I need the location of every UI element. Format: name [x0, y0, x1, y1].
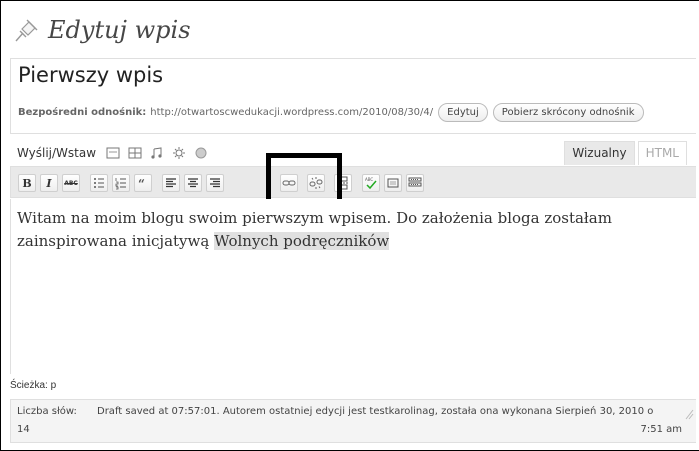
- tab-visual[interactable]: Wizualny: [564, 141, 635, 165]
- image-icon[interactable]: [106, 147, 120, 159]
- kitchen-sink-icon[interactable]: [406, 174, 424, 192]
- edit-permalink-button[interactable]: Edytuj: [438, 103, 488, 122]
- editor-text[interactable]: Witam na moim blogu swoim pierwszym wpis…: [17, 207, 677, 253]
- editor-mode-tabs: Wizualny HTML: [564, 141, 687, 165]
- fullscreen-icon[interactable]: [384, 174, 402, 192]
- status-bar: Liczba słów: 14 Draft saved at 07:57:01.…: [10, 399, 696, 443]
- numbered-list-icon[interactable]: [112, 174, 130, 192]
- pushpin-icon: [10, 15, 42, 45]
- media-icon[interactable]: [172, 147, 186, 159]
- svg-text:“: “: [138, 177, 145, 190]
- word-count-label: Liczba słów:: [17, 406, 77, 417]
- page-header: Edytuj wpis: [10, 13, 191, 47]
- bullet-list-icon[interactable]: [90, 174, 108, 192]
- resize-grip-icon[interactable]: [684, 408, 694, 420]
- post-title-input[interactable]: [18, 63, 658, 87]
- editor-path: Ścieżka: p: [10, 380, 57, 391]
- bold-icon[interactable]: B: [18, 174, 36, 192]
- audio-icon[interactable]: [150, 147, 164, 159]
- align-left-icon[interactable]: [162, 174, 180, 192]
- blockquote-icon[interactable]: “: [134, 174, 152, 192]
- permalink-label: Bezpośredni odnośnik:: [18, 107, 147, 118]
- align-center-icon[interactable]: [184, 174, 202, 192]
- editor-toolbar: B I ABC “ ABC: [10, 166, 696, 198]
- draft-status-time: 7:51 am: [640, 424, 682, 435]
- editor-content-area[interactable]: Witam na moim blogu swoim pierwszym wpis…: [10, 199, 696, 374]
- align-right-icon[interactable]: [206, 174, 224, 192]
- video-icon[interactable]: [128, 147, 142, 159]
- permalink-row: Bezpośredni odnośnik: http://otwartoscwe…: [10, 92, 696, 134]
- upload-insert-label: Wyślij/Wstaw: [17, 146, 97, 160]
- poll-icon[interactable]: [194, 147, 208, 159]
- tab-html[interactable]: HTML: [637, 141, 687, 165]
- word-count-value: 14: [17, 424, 30, 435]
- get-shortlink-button[interactable]: Pobierz skrócony odnośnik: [492, 103, 644, 122]
- draft-status-text: Draft saved at 07:57:01. Autorem ostatni…: [97, 406, 654, 417]
- permalink-url[interactable]: http://otwartoscwedukacji.wordpress.com/…: [150, 107, 433, 118]
- italic-icon[interactable]: I: [40, 174, 58, 192]
- upload-insert-bar: Wyślij/Wstaw: [17, 144, 216, 162]
- spellcheck-icon[interactable]: ABC: [362, 174, 380, 192]
- page-title: Edytuj wpis: [48, 16, 191, 44]
- post-title-box[interactable]: [10, 58, 696, 92]
- svg-text:ABC: ABC: [365, 177, 373, 182]
- strikethrough-icon[interactable]: ABC: [62, 174, 80, 192]
- selected-link-text[interactable]: Wolnych podręczników: [214, 232, 390, 250]
